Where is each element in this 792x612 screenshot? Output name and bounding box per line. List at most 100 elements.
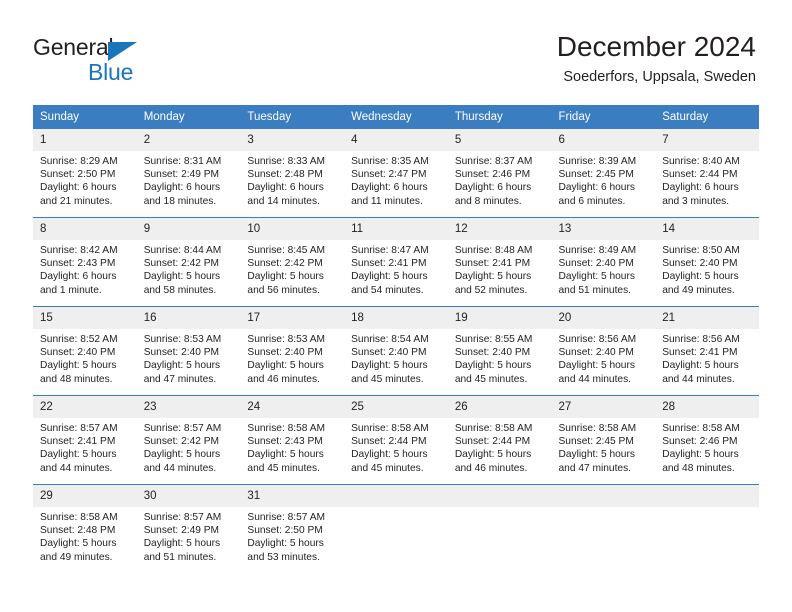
day-number: [655, 485, 759, 507]
day-number: 25: [344, 396, 448, 418]
sunset-text: Sunset: 2:40 PM: [351, 347, 427, 359]
sunrise-text: Sunrise: 8:31 AM: [143, 156, 222, 167]
logo-text-blue: Blue: [88, 59, 134, 85]
day-number: 6: [551, 129, 656, 151]
sunrise-text: Sunrise: 8:58 AM: [247, 423, 325, 434]
day-info: Sunrise: 8:58 AM Sunset: 2:46 PM Daylight:…: [655, 418, 759, 475]
day-number: 28: [655, 396, 759, 418]
day-number: [344, 485, 448, 507]
title-block: December 2024 Soederfors, Uppsala, Swede…: [557, 30, 756, 87]
daylight-text: Daylight: 5 hours and 47 minutes.: [558, 449, 635, 474]
day-cell: 22 Sunrise: 8:57 AM Sunset: 2:41 PM Dayligh…: [33, 395, 137, 485]
day-number: [447, 485, 552, 507]
sunset-text: Sunset: 2:41 PM: [454, 258, 531, 270]
sunrise-text: Sunrise: 8:57 AM: [247, 512, 325, 523]
weekday-header-sunday: Sunday: [33, 105, 137, 129]
sunrise-text: Sunrise: 8:44 AM: [143, 245, 222, 256]
page-subtitle: Soederfors, Uppsala, Sweden: [563, 69, 756, 85]
daylight-text: Daylight: 6 hours and 6 minutes.: [558, 182, 635, 207]
daylight-text: Daylight: 5 hours and 51 minutes.: [143, 538, 221, 563]
week-row: 8 Sunrise: 8:42 AM Sunset: 2:43 PM Daylight…: [33, 217, 759, 307]
weekday-header-thursday: Thursday: [447, 105, 552, 129]
sunset-text: Sunset: 2:43 PM: [247, 436, 323, 448]
sunset-text: Sunset: 2:40 PM: [662, 258, 738, 270]
generalblue-logo[interactable]: General Blue: [33, 34, 213, 90]
day-number: 16: [136, 307, 241, 329]
day-cell: 2 Sunrise: 8:31 AM Sunset: 2:49 PM Daylight…: [136, 129, 241, 218]
day-cell: 27 Sunrise: 8:58 AM Sunset: 2:45 PM Dayligh…: [551, 395, 656, 485]
day-number: 23: [136, 396, 241, 418]
sunrise-text: Sunrise: 8:52 AM: [40, 334, 118, 345]
day-number: 21: [655, 307, 759, 329]
day-cell-empty: [344, 484, 448, 573]
day-cell: 4 Sunrise: 8:35 AM Sunset: 2:47 PM Daylight…: [344, 129, 448, 218]
daylight-text: Daylight: 5 hours and 47 minutes.: [143, 360, 221, 385]
sunrise-text: Sunrise: 8:53 AM: [143, 334, 222, 345]
sunrise-text: Sunrise: 8:56 AM: [662, 334, 740, 345]
day-info: Sunrise: 8:40 AM Sunset: 2:44 PM Daylight:…: [655, 151, 759, 208]
daylight-text: Daylight: 5 hours and 54 minutes.: [351, 271, 428, 296]
sunrise-text: Sunrise: 8:57 AM: [143, 512, 222, 523]
day-info: Sunrise: 8:49 AM Sunset: 2:40 PM Daylight:…: [552, 240, 656, 297]
sunset-text: Sunset: 2:45 PM: [558, 436, 634, 448]
day-cell: 31 Sunrise: 8:57 AM Sunset: 2:50 PM Dayligh…: [240, 484, 345, 573]
sunrise-text: Sunrise: 8:58 AM: [558, 423, 637, 434]
day-cell: 19 Sunrise: 8:55 AM Sunset: 2:40 PM Dayligh…: [447, 306, 552, 396]
daylight-text: Daylight: 6 hours and 3 minutes.: [662, 182, 739, 207]
day-info: Sunrise: 8:42 AM Sunset: 2:43 PM Daylight:…: [33, 240, 137, 297]
day-cell: 21 Sunrise: 8:56 AM Sunset: 2:41 PM Dayligh…: [655, 306, 759, 396]
day-info: Sunrise: 8:55 AM Sunset: 2:40 PM Daylight:…: [448, 329, 552, 386]
day-info: Sunrise: 8:52 AM Sunset: 2:40 PM Daylight:…: [33, 329, 137, 386]
weekday-header-saturday: Saturday: [655, 105, 759, 129]
logo-text-general: General: [33, 34, 114, 60]
day-info: Sunrise: 8:37 AM Sunset: 2:46 PM Daylight:…: [448, 151, 552, 208]
sunrise-text: Sunrise: 8:45 AM: [247, 245, 325, 256]
sunset-text: Sunset: 2:40 PM: [558, 347, 634, 359]
day-number: 14: [655, 218, 759, 240]
day-cell: 30 Sunrise: 8:57 AM Sunset: 2:49 PM Dayligh…: [136, 484, 241, 573]
daylight-text: Daylight: 5 hours and 52 minutes.: [454, 271, 532, 296]
sunset-text: Sunset: 2:50 PM: [247, 525, 323, 537]
day-cell: 10 Sunrise: 8:45 AM Sunset: 2:42 PM Dayligh…: [240, 217, 345, 307]
day-cell: 1 Sunrise: 8:29 AM Sunset: 2:50 PM Daylight…: [33, 129, 137, 218]
day-cell-empty: [447, 484, 552, 573]
weekday-header-row: Sunday Monday Tuesday Wednesday Thursday…: [33, 105, 759, 129]
daylight-text: Daylight: 5 hours and 51 minutes.: [558, 271, 635, 296]
weekday-header-wednesday: Wednesday: [344, 105, 448, 129]
day-info: Sunrise: 8:58 AM Sunset: 2:48 PM Daylight:…: [33, 507, 137, 564]
day-number: 4: [344, 129, 448, 151]
day-number: 11: [344, 218, 448, 240]
sunset-text: Sunset: 2:41 PM: [40, 436, 116, 448]
daylight-text: Daylight: 5 hours and 48 minutes.: [40, 360, 117, 385]
day-info: [655, 507, 759, 511]
sunset-text: Sunset: 2:42 PM: [143, 258, 220, 270]
calendar-table: Sunday Monday Tuesday Wednesday Thursday…: [33, 105, 759, 573]
day-info: Sunrise: 8:45 AM Sunset: 2:42 PM Daylight:…: [240, 240, 344, 297]
day-cell: 20 Sunrise: 8:56 AM Sunset: 2:40 PM Dayligh…: [551, 306, 656, 396]
daylight-text: Daylight: 5 hours and 44 minutes.: [662, 360, 739, 385]
sunrise-text: Sunrise: 8:37 AM: [454, 156, 533, 167]
daylight-text: Daylight: 5 hours and 45 minutes.: [351, 360, 428, 385]
weekday-header-tuesday: Tuesday: [240, 105, 345, 129]
day-cell: 26 Sunrise: 8:58 AM Sunset: 2:44 PM Dayligh…: [447, 395, 552, 485]
weekday-header-monday: Monday: [136, 105, 241, 129]
daylight-text: Daylight: 5 hours and 45 minutes.: [247, 449, 324, 474]
calendar-head: Sunday Monday Tuesday Wednesday Thursday…: [33, 105, 759, 129]
sunset-text: Sunset: 2:40 PM: [247, 347, 323, 359]
sunset-text: Sunset: 2:50 PM: [40, 169, 116, 181]
sunrise-text: Sunrise: 8:58 AM: [454, 423, 533, 434]
day-info: Sunrise: 8:58 AM Sunset: 2:44 PM Daylight:…: [344, 418, 448, 475]
day-cell: 12 Sunrise: 8:48 AM Sunset: 2:41 PM Dayligh…: [447, 217, 552, 307]
day-info: Sunrise: 8:48 AM Sunset: 2:41 PM Daylight:…: [448, 240, 552, 297]
day-number: 27: [551, 396, 656, 418]
day-number: 20: [551, 307, 656, 329]
sunset-text: Sunset: 2:41 PM: [662, 347, 738, 359]
day-info: Sunrise: 8:56 AM Sunset: 2:40 PM Daylight:…: [552, 329, 656, 386]
sunset-text: Sunset: 2:44 PM: [454, 436, 531, 448]
day-cell: 5 Sunrise: 8:37 AM Sunset: 2:46 PM Daylight…: [447, 129, 552, 218]
sunset-text: Sunset: 2:41 PM: [351, 258, 427, 270]
sunrise-text: Sunrise: 8:39 AM: [558, 156, 637, 167]
sunrise-text: Sunrise: 8:49 AM: [558, 245, 637, 256]
day-info: [552, 507, 656, 511]
day-cell: 29 Sunrise: 8:58 AM Sunset: 2:48 PM Dayligh…: [33, 484, 137, 573]
